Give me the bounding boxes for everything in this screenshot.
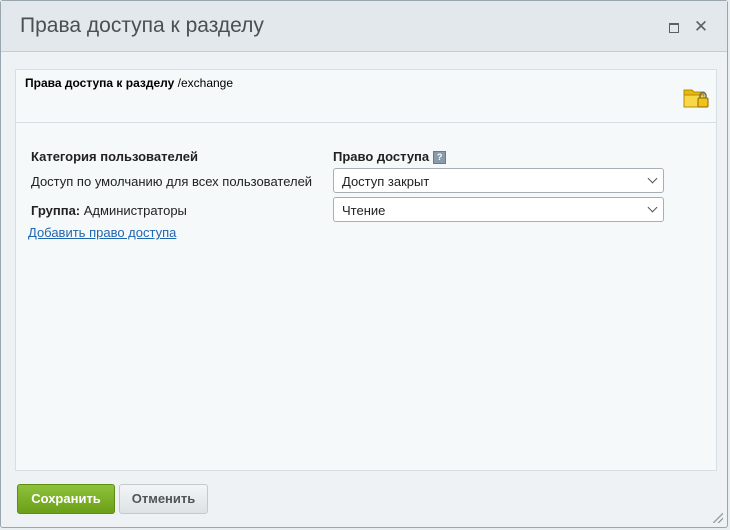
dialog-title: Права доступа к разделу xyxy=(20,14,264,37)
section-path: /exchange xyxy=(177,76,234,90)
save-button[interactable]: Сохранить xyxy=(17,484,115,514)
column-header-users: Категория пользователей xyxy=(31,149,198,164)
dialog-titlebar[interactable]: Права доступа к разделу ✕ xyxy=(1,1,727,52)
chevron-down-icon xyxy=(647,173,658,184)
access-select-group[interactable]: Чтение xyxy=(333,197,664,222)
section-header: Права доступа к разделу /exchange xyxy=(16,70,716,123)
column-header-access: Право доступа? xyxy=(333,149,447,164)
resize-handle[interactable] xyxy=(713,513,723,523)
group-name: Администраторы xyxy=(83,203,187,218)
access-select-group-value: Чтение xyxy=(342,203,386,218)
row-label-default: Доступ по умолчанию для всех пользовател… xyxy=(31,174,313,189)
column-header-access-label: Право доступа xyxy=(333,149,430,164)
access-rights-dialog: Права доступа к разделу ✕ Права доступа … xyxy=(0,0,728,528)
chevron-down-icon xyxy=(647,202,658,213)
row-label-group: Группа: Администраторы xyxy=(31,203,187,218)
cancel-button[interactable]: Отменить xyxy=(119,484,208,514)
dialog-content: Права доступа к разделу /exchange Катего… xyxy=(15,69,717,471)
group-prefix: Группа: xyxy=(31,203,81,218)
section-header-text: Права доступа к разделу /exchange xyxy=(25,76,233,90)
section-header-label: Права доступа к разделу xyxy=(25,76,175,90)
close-icon[interactable]: ✕ xyxy=(693,18,709,35)
folder-lock-icon xyxy=(683,89,709,108)
add-access-right-link[interactable]: Добавить право доступа xyxy=(28,225,176,240)
maximize-icon[interactable] xyxy=(666,19,682,35)
help-icon[interactable]: ? xyxy=(433,151,447,164)
access-select-default[interactable]: Доступ закрыт xyxy=(333,168,664,193)
access-select-default-value: Доступ закрыт xyxy=(342,174,430,189)
